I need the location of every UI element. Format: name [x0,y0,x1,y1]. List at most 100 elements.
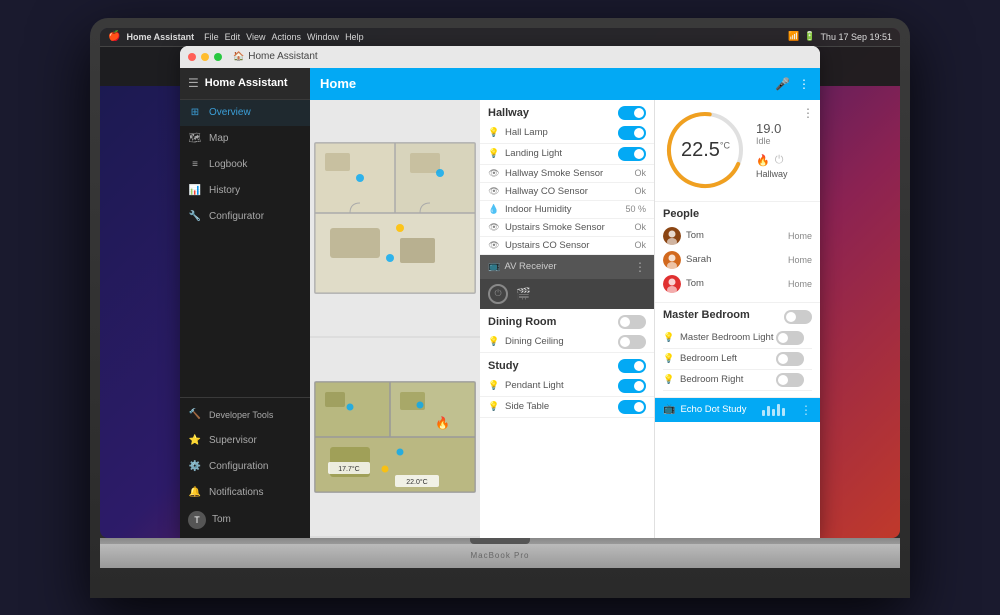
sidebar-item-history[interactable]: 📊 History [180,178,310,204]
close-button[interactable] [188,53,196,61]
menu-edit[interactable]: Edit [225,32,241,42]
sidebar-item-supervisor[interactable]: ⭐ Supervisor [180,428,310,454]
sidebar-item-notifications[interactable]: 🔔 Notifications [180,480,310,506]
av-receiver-header: 📺 AV Receiver ⋮ [480,255,654,279]
username-label: Tom [212,514,231,525]
sidebar-user[interactable]: T Tom [180,506,310,534]
bedroom-left-toggle[interactable] [776,352,804,366]
person-avatar-tom1 [663,227,681,245]
menu-window[interactable]: Window [307,32,339,42]
entity-row-co: 👁 Hallway CO Sensor Ok [480,183,654,201]
menu-view[interactable]: View [246,32,265,42]
sidebar-item-logbook[interactable]: ≡ Logbook [180,152,310,178]
minimize-button[interactable] [201,53,209,61]
entity-name-side: Side Table [505,401,549,412]
upstairs-smoke-icon: 👁 [488,222,500,233]
dining-room-title: Dining Room [488,316,556,328]
master-bedroom-main-toggle[interactable] [784,310,812,324]
echo-dot-wave [762,404,785,416]
master-bedroom-title: Master Bedroom [663,309,750,321]
sidebar-label-overview: Overview [209,107,251,118]
light-icon: 💡 [488,127,500,138]
window-titlebar: 🏠 Home Assistant [180,46,820,68]
battery-icon: 🔋 [804,31,815,42]
dining-room-main-toggle[interactable] [618,315,646,329]
thermostat-more-icon[interactable]: ⋮ [802,106,814,120]
menu-file[interactable]: File [204,32,219,42]
person-name-tom1: Tom [686,230,704,241]
ha-window: 🏠 Home Assistant ☰ Home Assistant ⊞ Over… [180,46,820,538]
macos-menubar: 🍎 Home Assistant File Edit View Actions … [100,28,900,46]
av-more-icon[interactable]: ⋮ [634,260,646,274]
sidebar-nav: ⊞ Overview 🗺 Map ≡ Logbook 📊 [180,100,310,397]
more-icon[interactable]: ⋮ [798,77,810,91]
temp-unit: °C [720,140,730,150]
menu-help[interactable]: Help [345,32,364,42]
upstairs-co-icon: 👁 [488,240,500,251]
configuration-icon: ⚙️ [188,460,202,474]
hallway-main-toggle[interactable] [618,106,646,120]
entity-row-bedroom-left: 💡 Bedroom Left [663,349,812,370]
overview-icon: ⊞ [188,106,202,120]
hall-lamp-toggle[interactable] [618,126,646,140]
bedroom-right-toggle[interactable] [776,373,804,387]
history-icon: 📊 [188,184,202,198]
co-value: Ok [634,186,646,196]
menu-actions[interactable]: Actions [272,32,302,42]
clock: Thu 17 Sep 19:51 [820,32,892,42]
av-power-button[interactable]: ⏻ [488,284,508,304]
master-light-toggle[interactable] [776,331,804,345]
voice-icon[interactable]: 🎤 [775,77,790,91]
laptop-body: 🍎 Home Assistant File Edit View Actions … [90,18,910,598]
macbook-label: MacBook Pro [470,551,529,560]
power-icon[interactable]: ⏻ [775,154,784,167]
sidebar-item-overview[interactable]: ⊞ Overview [180,100,310,126]
maximize-button[interactable] [214,53,222,61]
sidebar-item-map[interactable]: 🗺 Map [180,126,310,152]
person-status-tom2: Home [788,279,812,289]
wave-bar-3 [772,409,775,416]
floor-plan-svg-ground [310,138,480,298]
side-table-toggle[interactable] [618,400,646,414]
main-header: Home 🎤 ⋮ [310,68,820,100]
entity-row-humidity: 💧 Indoor Humidity 50 % [480,201,654,219]
smoke-icon: 👁 [488,168,500,179]
landing-light-toggle[interactable] [618,147,646,161]
dining-ceiling-toggle[interactable] [618,335,646,349]
study-section-header: Study [480,353,654,376]
supervisor-icon: ⭐ [188,434,202,448]
echo-more-icon[interactable]: ⋮ [800,403,812,417]
entity-name-4: Hallway CO Sensor [505,186,588,197]
upstairs-smoke-value: Ok [634,222,646,232]
pendant-toggle[interactable] [618,379,646,393]
main-content: Home 🎤 ⋮ [310,68,820,538]
entity-name-3: Hallway Smoke Sensor [505,168,603,179]
sidebar-label-developer-tools: Developer Tools [209,410,273,420]
thermostat-circle[interactable]: 22.5°C [663,108,748,193]
svg-text:17.7°C: 17.7°C [338,465,359,473]
hamburger-icon[interactable]: ☰ [188,76,199,90]
entity-row-master-light: 💡 Master Bedroom Light [663,328,812,349]
study-main-toggle[interactable] [618,359,646,373]
entity-row-pendant: 💡 Pendant Light [480,376,654,397]
entity-name-7: Upstairs CO Sensor [505,240,589,251]
flame-icon[interactable]: 🔥 [756,154,770,167]
ground-floor-plan [310,100,480,339]
master-bedroom-section: Master Bedroom 💡 Master Bedroom Light [655,303,820,398]
entity-row-upstairs-co: 👁 Upstairs CO Sensor Ok [480,237,654,255]
app-menu-name[interactable]: Home Assistant [126,32,194,42]
thermostat-setpoint: 19.0 [756,121,812,136]
entity-row-bedroom-right: 💡 Bedroom Right [663,370,812,391]
sidebar-header: ☰ Home Assistant [180,68,310,100]
light-icon-2: 💡 [488,148,500,159]
sidebar-item-configurator[interactable]: 🔧 Configurator [180,204,310,230]
right-panel: ⋮ 22.5°C [655,100,820,538]
person-name-tom2: Tom [686,278,704,289]
echo-dot-name-label: Echo Dot Study [680,404,746,415]
entity-row-landing-light: 💡 Landing Light [480,144,654,165]
entities-panel: Hallway 💡 Hall Lamp [480,100,655,538]
sidebar-item-developer-tools[interactable]: 🔨 Developer Tools [180,402,310,428]
sidebar-label-configurator: Configurator [209,211,264,222]
sidebar-item-configuration[interactable]: ⚙️ Configuration [180,454,310,480]
echo-dot-bar[interactable]: 📺 Echo Dot Study ⋮ [655,398,820,422]
